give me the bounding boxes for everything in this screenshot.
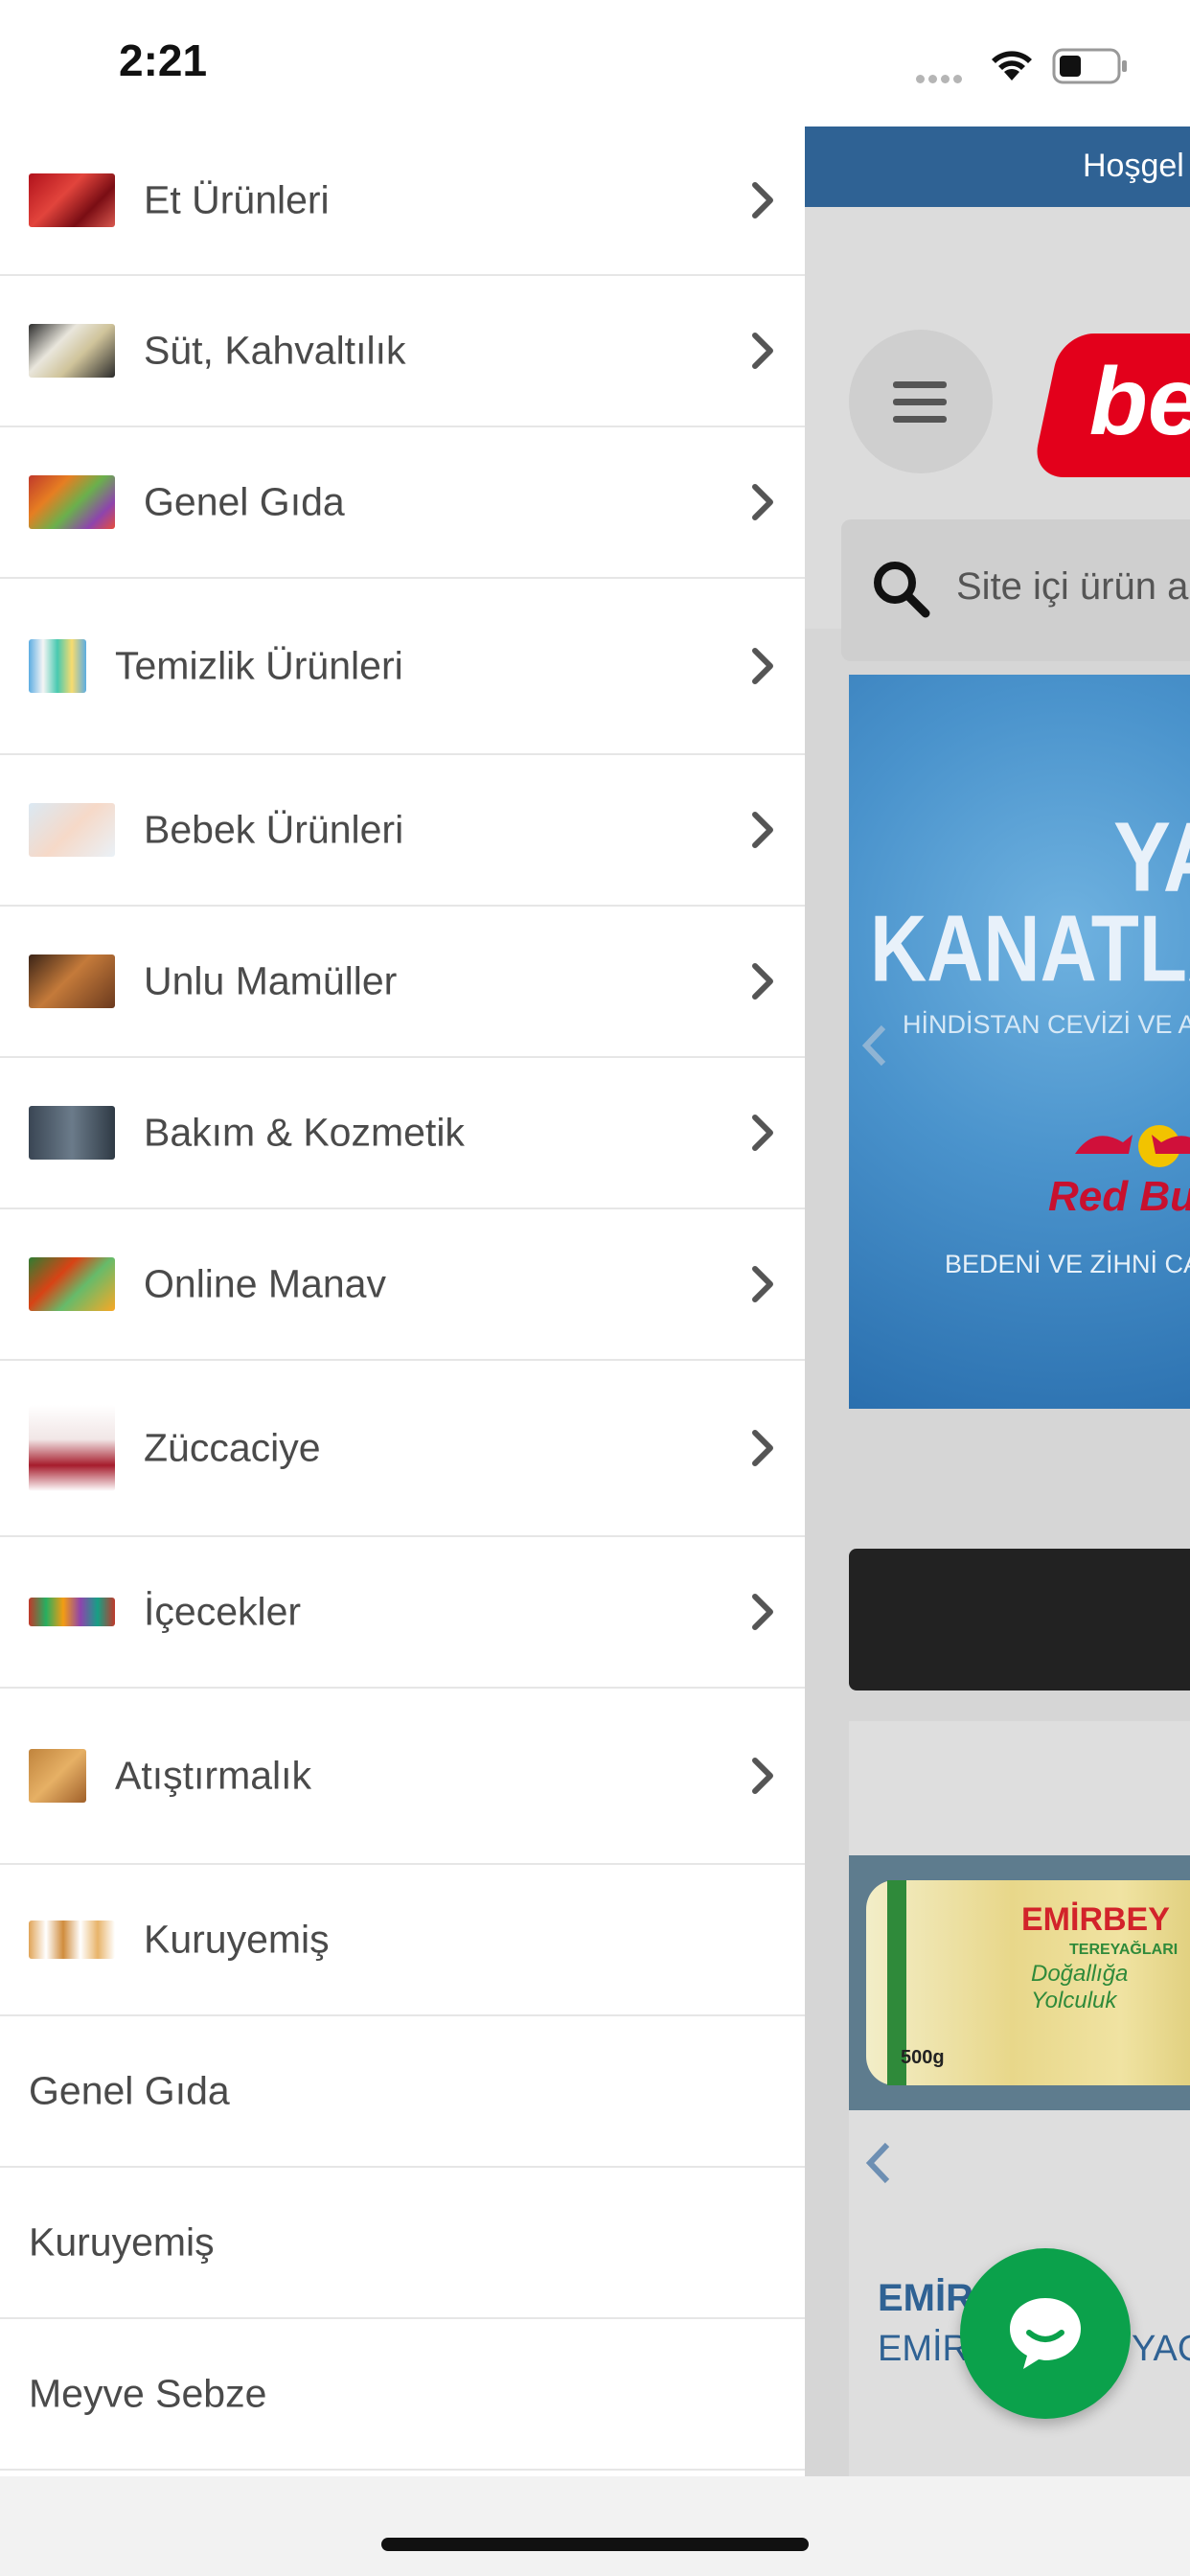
category-item[interactable]: Online Manav bbox=[0, 1209, 805, 1361]
banner-prev-arrow-icon[interactable] bbox=[860, 1022, 889, 1074]
banner-headline-2: KANATLAN bbox=[870, 896, 1190, 1001]
category-label: İçecekler bbox=[144, 1589, 302, 1634]
redbull-bull-icon bbox=[1075, 1135, 1190, 1154]
product-subtitle-right: YAG bbox=[1132, 2329, 1190, 2369]
category-item[interactable]: Süt, Kahvaltılık bbox=[0, 276, 805, 427]
drawer-link-item[interactable]: Genel Gıda bbox=[0, 2016, 805, 2168]
category-drawer: Et Ürünleri Süt, Kahvaltılık Genel Gıda Tem… bbox=[0, 126, 805, 2476]
dark-section-bar bbox=[849, 1549, 1190, 1690]
category-item[interactable]: Temizlik Ürünleri bbox=[0, 579, 805, 755]
glassware-thumbnail-icon bbox=[29, 1405, 115, 1491]
chevron-right-icon bbox=[749, 179, 776, 226]
chevron-right-icon bbox=[749, 1112, 776, 1159]
chevron-right-icon bbox=[749, 481, 776, 528]
chevron-right-icon bbox=[749, 960, 776, 1007]
product-subtitle-left: EMİR bbox=[878, 2329, 969, 2369]
logo-text: be bbox=[1088, 348, 1190, 455]
category-item[interactable]: Unlu Mamüller bbox=[0, 907, 805, 1058]
site-header: be Site içi ürün a bbox=[805, 207, 1190, 661]
status-bar: 2:21 bbox=[0, 0, 1190, 126]
category-label: Temizlik Ürünleri bbox=[115, 643, 403, 688]
pack-sub: TEREYAĞLARI bbox=[1069, 1942, 1179, 1958]
home-indicator[interactable] bbox=[381, 2538, 809, 2551]
category-list: Et Ürünleri Süt, Kahvaltılık Genel Gıda Tem… bbox=[0, 126, 805, 2471]
banner-subtitle: HİNDİSTAN CEVİZİ VE AÇ bbox=[903, 1010, 1190, 1039]
battery-icon bbox=[1052, 48, 1129, 89]
pack-brand: EMİRBEY bbox=[1021, 1901, 1170, 1938]
category-label: Bebek Ürünleri bbox=[144, 807, 404, 852]
category-label: Et Ürünleri bbox=[144, 177, 330, 222]
nuts-thumbnail-icon bbox=[29, 1920, 115, 1959]
chevron-right-icon bbox=[749, 1755, 776, 1802]
cleaning-thumbnail-icon bbox=[29, 639, 86, 693]
promo-banner[interactable]: YAZ KANATLAN HİNDİSTAN CEVİZİ VE AÇ Red … bbox=[849, 675, 1190, 1409]
vegetables-thumbnail-icon bbox=[29, 1257, 115, 1311]
pack-weight: 500g bbox=[901, 2047, 945, 2068]
snacks-thumbnail-icon bbox=[29, 1749, 86, 1803]
bakery-thumbnail-icon bbox=[29, 954, 115, 1008]
chevron-right-icon bbox=[749, 645, 776, 692]
search-icon bbox=[870, 558, 933, 626]
pack-slogan: Doğallığa Yolculuk bbox=[1031, 1961, 1129, 2013]
drawer-link-item[interactable]: Meyve Sebze bbox=[0, 2319, 805, 2471]
drinks-thumbnail-icon bbox=[29, 1598, 115, 1626]
category-label: Züccaciye bbox=[144, 1425, 321, 1470]
category-item[interactable]: Genel Gıda bbox=[0, 427, 805, 579]
wifi-icon bbox=[987, 44, 1037, 87]
website-background: Hoşgel be Site içi ürün a YAZ KANATLAN H… bbox=[805, 126, 1190, 2476]
cosmetics-thumbnail-icon bbox=[29, 1106, 115, 1160]
cellular-signal-icon bbox=[916, 71, 966, 88]
home-indicator-area bbox=[0, 2476, 1190, 2576]
category-item[interactable]: Et Ürünleri bbox=[0, 126, 805, 276]
category-item[interactable]: Atıştırmalık bbox=[0, 1689, 805, 1865]
grocery-thumbnail-icon bbox=[29, 475, 115, 529]
search-bar[interactable]: Site içi ürün a bbox=[841, 519, 1190, 661]
chevron-right-icon bbox=[749, 1263, 776, 1310]
banner-brand: Red Bu bbox=[1048, 1173, 1190, 1220]
chevron-right-icon bbox=[749, 809, 776, 856]
category-label: Unlu Mamüller bbox=[144, 958, 398, 1003]
site-logo[interactable]: be bbox=[1031, 334, 1190, 477]
drawer-link-item[interactable]: Kuruyemiş bbox=[0, 2168, 805, 2319]
chat-bubble-icon bbox=[1010, 2298, 1081, 2369]
chevron-right-icon bbox=[749, 1427, 776, 1474]
product-title[interactable]: EMİR bbox=[878, 2277, 973, 2320]
category-label: Bakım & Kozmetik bbox=[144, 1110, 465, 1155]
category-label: Kuruyemiş bbox=[144, 1917, 330, 1962]
welcome-bar: Hoşgel bbox=[805, 126, 1190, 207]
category-item[interactable]: İçecekler bbox=[0, 1537, 805, 1689]
chevron-right-icon bbox=[749, 1591, 776, 1638]
category-item[interactable]: Bebek Ürünleri bbox=[0, 755, 805, 907]
category-item[interactable]: Kuruyemiş bbox=[0, 1865, 805, 2016]
category-item[interactable]: Bakım & Kozmetik bbox=[0, 1058, 805, 1209]
hamburger-menu-button[interactable] bbox=[849, 330, 993, 473]
banner-tagline: BEDENİ VE ZİHNİ CA bbox=[945, 1250, 1190, 1278]
chevron-right-icon bbox=[749, 330, 776, 377]
chat-button[interactable] bbox=[960, 2248, 1131, 2419]
category-label: Genel Gıda bbox=[144, 479, 345, 524]
category-label: Atıştırmalık bbox=[115, 1753, 312, 1798]
drawer-link-label: Genel Gıda bbox=[29, 2068, 230, 2113]
baby-thumbnail-icon bbox=[29, 803, 115, 857]
drawer-link-label: Kuruyemiş bbox=[29, 2220, 215, 2265]
category-label: Süt, Kahvaltılık bbox=[144, 328, 406, 373]
product-image: EMİRBEY TEREYAĞLARI Doğallığa Yolculuk 5… bbox=[849, 1855, 1190, 2110]
product-prev-arrow-icon[interactable] bbox=[864, 2139, 893, 2192]
breakfast-thumbnail-icon bbox=[29, 324, 115, 378]
welcome-text: Hoşgel bbox=[1083, 148, 1184, 184]
meat-thumbnail-icon bbox=[29, 173, 115, 227]
drawer-link-label: Meyve Sebze bbox=[29, 2371, 267, 2416]
status-time: 2:21 bbox=[119, 35, 208, 85]
search-placeholder: Site içi ürün a bbox=[956, 565, 1189, 608]
category-label: Online Manav bbox=[144, 1261, 386, 1306]
category-item[interactable]: Züccaciye bbox=[0, 1361, 805, 1537]
